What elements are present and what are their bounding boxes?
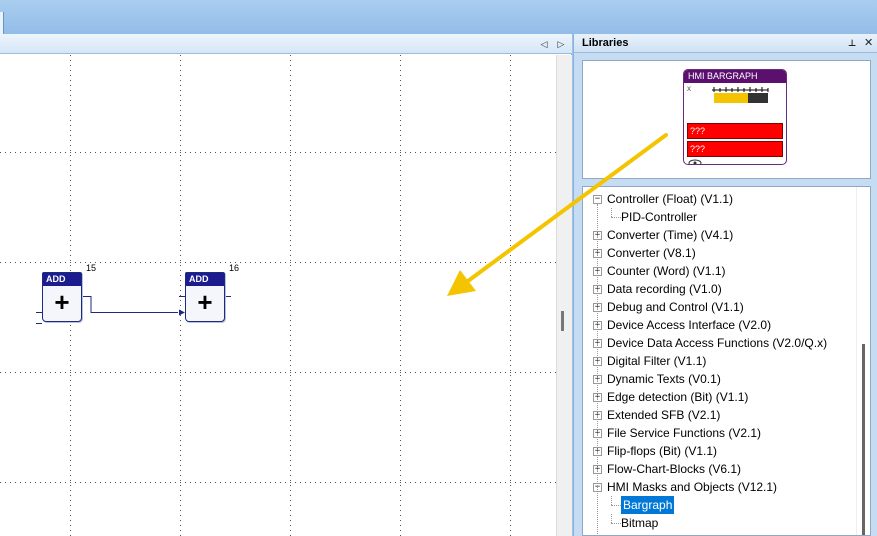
tree-item-label: Converter (Time) (V4.1) [607,228,734,242]
tree-connector [611,514,612,523]
libraries-title: Libraries [582,37,629,49]
tree-group-item[interactable]: − HMI Masks and Objects (V12.1) [583,478,853,496]
tree-group-item[interactable]: − Controller (Float) (V1.1) [583,190,853,208]
tree-connector [611,217,621,218]
libraries-header: Libraries ⊥ ✕ [574,34,877,53]
tree-item-label: Flip-flops (Bit) (V1.1) [607,444,718,458]
scroll-left-icon[interactable]: ◁ [538,37,550,51]
hmi-block-title: HMI BARGRAPH [684,70,786,83]
tree-vertical-scrollbar[interactable] [856,187,870,535]
block-number: 15 [86,263,97,273]
block-number: 16 [229,263,240,273]
editor-panel: ◁ ▷ ADD + 15 ADD + 16 [0,34,572,536]
tree-item-label: Bitmap [621,516,659,530]
tree-item-label: Dynamic Texts (V0.1) [607,372,721,386]
tree-item-label: Debug and Control (V1.1) [607,300,744,314]
eye-icon [688,159,702,164]
document-tab-stub[interactable] [0,12,4,34]
editor-vertical-scrollbar[interactable] [556,55,572,536]
add-block-15[interactable]: ADD + [42,272,82,322]
tree-leaf-item[interactable]: Bitmap [583,514,853,532]
tree-group-item[interactable]: + Dynamic Texts (V0.1) [583,370,853,388]
tree-leaf-item[interactable]: PID-Controller [583,208,853,226]
tree-group-item[interactable]: + Debug and Control (V1.1) [583,298,853,316]
editor-header: ◁ ▷ [0,34,572,54]
tree-item-label: HMI Masks and Objects (V12.1) [607,480,778,494]
tree-group-item[interactable]: + Data recording (V1.0) [583,280,853,298]
collapse-icon[interactable]: − [593,195,602,204]
bargraph-icon [712,87,769,103]
selected-tree-item-label: Bargraph [621,496,675,514]
scroll-right-icon[interactable]: ▷ [555,37,567,51]
tree-connector [611,208,612,217]
tree-item-label: Extended SFB (V2.1) [607,408,721,422]
tree-item-label: PID-Controller [621,210,698,224]
tree-group-item[interactable]: + Edge detection (Bit) (V1.1) [583,388,853,406]
canvas-grid [0,55,556,536]
top-window-band [0,0,877,34]
tree-item-label: Device Data Access Functions (V2.0/Q.x) [607,336,828,350]
tree-group-item[interactable]: + Device Data Access Functions (V2.0/Q.x) [583,334,853,352]
tree-connector [611,496,612,505]
hmi-output-1: ??? [687,123,783,139]
tree-group-item[interactable]: + Device Access Interface (V2.0) [583,316,853,334]
tree-item-label: Flow-Chart-Blocks (V6.1) [607,462,742,476]
tree-item-label: Counter (Word) (V1.1) [607,264,726,278]
tree-leaf-item[interactable]: Bargraph [583,496,853,514]
tree-connector [611,523,621,524]
tree-group-item[interactable]: + Converter (V8.1) [583,244,853,262]
tree-group-item[interactable]: + Digital Filter (V1.1) [583,352,853,370]
tree-group-item[interactable]: + Extended SFB (V2.1) [583,406,853,424]
add-block-label: ADD [43,273,81,286]
hmi-output-2: ??? [687,141,783,157]
tree-item-label: Edge detection (Bit) (V1.1) [607,390,749,404]
input-marker: x [687,84,691,93]
diagram-canvas[interactable]: ADD + 15 ADD + 16 [0,55,556,536]
close-icon[interactable]: ✕ [864,36,873,49]
library-tree: − Controller (Float) (V1.1) PID-Controller… [582,186,871,536]
pin-icon[interactable]: ⊥ [848,38,856,49]
tree-group-item[interactable]: + Flow-Chart-Blocks (V6.1) [583,460,853,478]
tree-item-label: Digital Filter (V1.1) [607,354,707,368]
tree-group-item[interactable]: + Flip-flops (Bit) (V1.1) [583,442,853,460]
scrollbar-thumb[interactable] [862,344,865,535]
tree-connector [611,505,621,506]
libraries-panel: Libraries ⊥ ✕ HMI BARGRAPH x ??? ??? − C… [573,34,877,536]
plus-icon: + [197,287,213,317]
tree-item-label: Data recording (V1.0) [607,282,722,296]
tree-group-item[interactable]: + File Service Functions (V2.1) [583,424,853,442]
plus-icon: + [54,287,70,317]
tree-item-label: Converter (V8.1) [607,246,696,260]
tree-item-label: Device Access Interface (V2.0) [607,318,772,332]
block-preview: HMI BARGRAPH x ??? ??? [582,60,871,179]
tree-item-label: Controller (Float) (V1.1) [607,192,734,206]
scrollbar-thumb[interactable] [561,311,564,331]
add-block-label: ADD [186,273,224,286]
tree-group-item[interactable]: + Counter (Word) (V1.1) [583,262,853,280]
tree-item-label: File Service Functions (V2.1) [607,426,762,440]
tree-guide-line [597,204,598,535]
tree-group-item[interactable]: + Converter (Time) (V4.1) [583,226,853,244]
hmi-bargraph-block[interactable]: HMI BARGRAPH x ??? ??? [683,69,787,165]
add-block-16[interactable]: ADD + [185,272,225,322]
